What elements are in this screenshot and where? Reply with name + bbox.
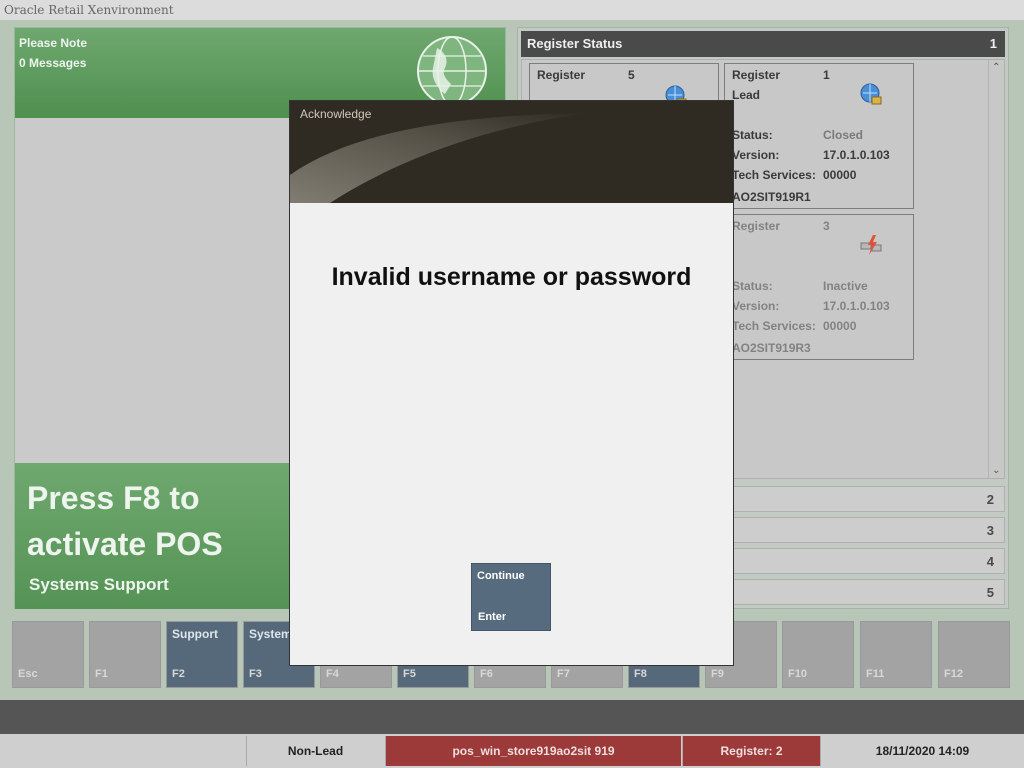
lead-status: Non-Lead [246,736,384,766]
fkey-f11[interactable]: F11 [860,621,932,688]
fkey-f12[interactable]: F12 [938,621,1010,688]
fkey-f10[interactable]: F10 [782,621,854,688]
status-value: Closed [823,128,864,142]
dialog-title: Acknowledge [300,107,372,121]
note-title: Please Note [19,36,88,50]
version-label: Version: [732,299,780,313]
register-label: Register [732,219,781,233]
tech-services-label: Tech Services: [732,319,816,333]
globe-icon [417,36,487,106]
tech-services-label: Tech Services: [732,168,816,182]
status-bar: Non-Lead pos_win_store919ao2sit 919 Regi… [0,734,1024,768]
fkey-esc[interactable]: Esc [12,621,84,688]
continue-button[interactable]: Continue Enter [471,563,551,631]
store-name: pos_win_store919ao2sit 919 [385,736,681,766]
date-time: 18/11/2020 14:09 [820,736,1024,766]
fkey-label: F3 [249,668,262,680]
register-number: 3 [823,219,830,233]
register-card[interactable]: Register 3 Status: Inactive Version: 17.… [724,214,914,360]
continue-label: Continue [477,570,525,582]
version-value: 17.0.1.0.103 [823,148,890,162]
network-globe-icon [860,83,882,105]
version-value: 17.0.1.0.103 [823,299,890,313]
version-label: Version: [732,148,780,162]
fkey-label: F12 [944,668,963,680]
fkey-action: Support [172,627,218,641]
fkey-f1[interactable]: F1 [89,621,161,688]
fkey-label: F10 [788,668,807,680]
fkey-label: F9 [711,668,724,680]
scroll-down-icon[interactable]: ⌄ [992,465,1000,476]
register-number-status: Register: 2 [682,736,820,766]
host-name: AO2SIT919R3 [732,341,811,355]
section-index: 3 [986,523,994,538]
fkey-label: F5 [403,668,416,680]
fkey-label: Esc [18,668,38,680]
fkey-label: F8 [634,668,647,680]
register-status-header[interactable]: Register Status 1 [521,31,1005,57]
register-card[interactable]: Register 1 Lead Status: Closed Version: … [724,63,914,209]
section-index: 5 [986,585,994,600]
register-label: Register [732,68,781,82]
section-index: 4 [986,554,994,569]
fkey-label: F2 [172,668,185,680]
register-number: 1 [823,68,830,82]
fkey-label: F6 [480,668,493,680]
fkey-action: System [249,627,292,641]
fkey-label: F11 [866,668,885,680]
window-title: Oracle Retail Xenvironment [0,0,1024,20]
status-label: Status: [732,279,773,293]
scroll-up-icon[interactable]: ⌃ [992,62,1000,73]
status-label: Status: [732,128,773,142]
acknowledge-dialog: Acknowledge Invalid username or password… [289,100,734,666]
tech-services-value: 00000 [823,168,857,182]
register-label: Register [537,68,586,82]
register-scrollbar[interactable]: ⌃ ⌄ [988,60,1004,478]
separator-band [0,700,1024,734]
section-index: 1 [989,36,997,51]
fkey-label: F1 [95,668,108,680]
systems-support-label: Systems Support [29,575,169,594]
messages-count[interactable]: 0 Messages [19,56,86,70]
lead-label: Lead [732,88,761,102]
host-name: AO2SIT919R1 [732,190,811,204]
section-index: 2 [986,492,994,507]
fkey-label: F7 [557,668,570,680]
register-number: 5 [628,68,635,82]
error-message: Invalid username or password [331,263,692,291]
register-status-title: Register Status [527,36,623,51]
tech-services-value: 00000 [823,319,857,333]
fkey-f2-support[interactable]: Support F2 [166,621,238,688]
status-value: Inactive [823,279,868,293]
activate-prompt: Press F8 to activate POS [27,480,223,562]
dialog-header: Acknowledge [290,101,733,203]
disconnected-icon [860,235,882,255]
continue-key: Enter [478,611,507,623]
fkey-label: F4 [326,668,339,680]
